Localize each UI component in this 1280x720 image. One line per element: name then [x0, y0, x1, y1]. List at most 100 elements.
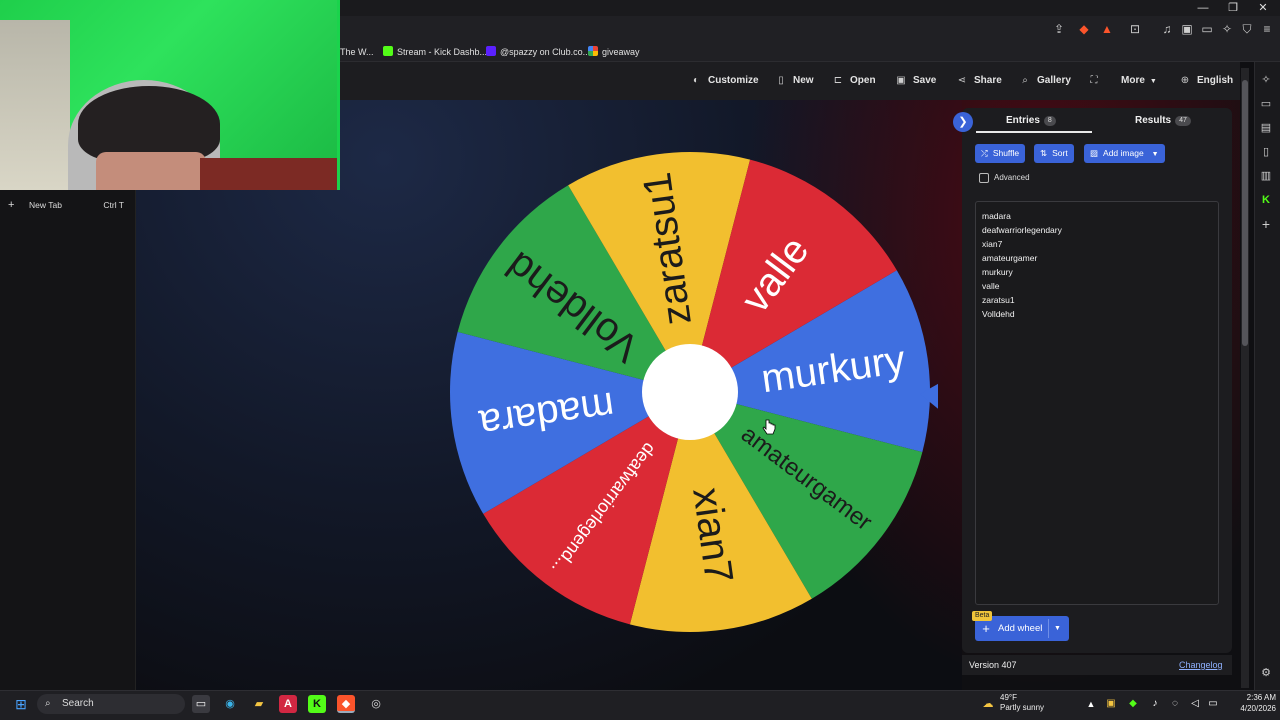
kick-icon[interactable]: K [1258, 192, 1274, 208]
wallet-icon[interactable]: ▭ [1198, 20, 1216, 38]
sort-icon: ⇅ [1040, 148, 1048, 158]
microphone-icon[interactable]: ♪ [1146, 695, 1164, 713]
folder-icon: ⊏ [833, 75, 843, 86]
clock-date: 4/20/2026 [1240, 704, 1276, 713]
bookmark-item[interactable]: The W... [340, 45, 374, 59]
leo-ai-icon[interactable]: ✧ [1258, 72, 1274, 88]
beta-badge: Beta [972, 611, 993, 621]
tab-entries[interactable]: Entries 8 [1006, 114, 1056, 128]
entry-line: valle [982, 281, 1000, 291]
fullscreen-button[interactable]: ⛶ [1088, 74, 1106, 88]
customize-button[interactable]: ◐ Customize [690, 74, 759, 88]
google-icon [588, 46, 598, 56]
entries-textarea[interactable]: madara deafwarriorlegendary xian7 amateu… [975, 201, 1219, 605]
wheel-hub[interactable] [642, 344, 738, 440]
tab-results[interactable]: Results 47 [1135, 114, 1191, 128]
palette-icon: ◐ [692, 75, 700, 86]
weather-icon[interactable]: ☁ [979, 695, 997, 713]
save-icon: ▣ [896, 75, 906, 86]
tray-app-icon[interactable]: ◆ [1124, 695, 1142, 713]
shuffle-label: Shuffle [992, 148, 1020, 158]
add-image-button[interactable]: ▨ Add image ▼ [1084, 144, 1165, 163]
minimize-button[interactable]: — [1188, 0, 1218, 16]
wallet-icon[interactable]: ▤ [1258, 120, 1274, 136]
sort-button[interactable]: ⇅ Sort [1034, 144, 1074, 163]
chevron-up-icon[interactable]: ▲ [1082, 695, 1100, 713]
menu-icon[interactable]: ≡ [1258, 20, 1276, 38]
gear-icon[interactable]: ⚙ [1258, 665, 1274, 681]
advanced-checkbox[interactable] [979, 173, 989, 183]
file-explorer-icon[interactable]: ▰ [250, 695, 268, 713]
vpn-icon[interactable]: ⛉ [1238, 20, 1256, 38]
scrollbar-thumb[interactable] [1242, 80, 1248, 346]
share-page-icon[interactable]: ⇪ [1050, 20, 1068, 38]
entry-line: zaratsu1 [982, 295, 1015, 305]
taskbar-search-label: Search [62, 698, 94, 709]
brave-rewards-icon[interactable]: ▲ [1098, 20, 1116, 38]
changelog-link[interactable]: Changelog [1179, 659, 1223, 671]
tray-app-icon[interactable]: ▣ [1102, 695, 1120, 713]
screen: — ❐ ✕ ⇪ ◆ ▲ ⊡ ♫ ▣ ▭ ✧ ⛉ ≡ The W... Strea… [0, 0, 1280, 720]
media-icon[interactable]: ♫ [1158, 20, 1176, 38]
close-window-button[interactable]: ✕ [1248, 0, 1278, 16]
kick-icon[interactable]: K [308, 695, 326, 713]
brave-shields-icon[interactable]: ◆ [1075, 20, 1093, 38]
windows-start-icon[interactable]: ⊞ [12, 695, 30, 713]
collapse-panel-button[interactable]: ❯ [953, 112, 973, 132]
brave-browser-icon[interactable]: ◆ [337, 695, 355, 713]
chevron-down-icon[interactable]: ▼ [1054, 616, 1061, 641]
clock-time: 2:36 AM [1246, 693, 1276, 702]
leo-ai-icon[interactable]: ✧ [1218, 20, 1236, 38]
gallery-button[interactable]: ⌕ Gallery [1019, 74, 1071, 88]
video-icon[interactable]: ▭ [1258, 96, 1274, 112]
obs-icon[interactable]: ◎ [367, 695, 385, 713]
sidebar-toggle-icon[interactable]: ▣ [1178, 20, 1196, 38]
face [96, 152, 206, 190]
kick-icon [383, 46, 393, 56]
entries-count-badge: 8 [1043, 116, 1056, 126]
screenshot-icon[interactable]: ⊡ [1126, 20, 1144, 38]
file-icon: ▯ [778, 75, 784, 86]
new-button[interactable]: ▯ New [775, 74, 814, 88]
bookmark-item[interactable]: giveaway [588, 45, 640, 59]
save-label: Save [913, 75, 937, 86]
task-view-icon[interactable]: ▭ [192, 695, 210, 713]
plus-icon: + [8, 199, 15, 211]
network-icon[interactable]: ◌ [1166, 695, 1184, 713]
shuffle-button[interactable]: ⤮ Shuffle [975, 144, 1026, 163]
open-button[interactable]: ⊏ Open [832, 74, 876, 88]
save-button[interactable]: ▣ Save [895, 74, 936, 88]
spin-wheel[interactable]: murkuryamateurgamerxian7deafwarriorlegen… [448, 150, 938, 640]
new-tab-label: New Tab [29, 200, 62, 210]
weather-temp: 49°F [1000, 693, 1017, 702]
club-icon [486, 46, 496, 56]
reading-list-icon[interactable]: ▥ [1258, 168, 1274, 184]
new-label: New [793, 75, 814, 86]
more-label: More [1121, 75, 1145, 86]
share-button[interactable]: ⋖ Share [956, 74, 1002, 88]
more-button[interactable]: More ▼ [1121, 74, 1157, 88]
app-a-icon[interactable]: A [279, 695, 297, 713]
taskbar-search[interactable]: ⌕ Search [37, 694, 185, 714]
entry-line: madara [982, 211, 1011, 221]
active-tab-indicator [976, 131, 1092, 133]
add-panel-icon[interactable]: + [1258, 216, 1274, 232]
new-tab-button[interactable]: + New Tab Ctrl T [6, 198, 130, 212]
add-image-label: Add image [1103, 148, 1144, 158]
bookmark-icon[interactable]: ▯ [1258, 144, 1274, 160]
search-icon: ⌕ [1022, 75, 1028, 86]
chevron-down-icon: ▼ [1149, 78, 1157, 85]
maximize-button[interactable]: ❐ [1218, 0, 1248, 16]
volume-icon[interactable]: ◁ [1186, 695, 1204, 713]
taskbar-clock[interactable]: 2:36 AM 4/20/2026 [1220, 692, 1276, 714]
weather-desc: Partly sunny [1000, 703, 1045, 712]
bookmark-item[interactable]: Stream - Kick Dashb... [383, 45, 487, 59]
weather-widget[interactable]: 49°F Partly sunny [1000, 693, 1044, 713]
entry-line: Volldehd [982, 309, 1015, 319]
image-icon: ▨ [1090, 148, 1099, 158]
search-icon: ⌕ [45, 698, 51, 709]
advanced-label: Advanced [994, 173, 1030, 182]
edge-icon[interactable]: ◉ [221, 695, 239, 713]
language-button[interactable]: ⊕ English [1179, 74, 1233, 88]
bookmark-item[interactable]: @spazzy on Club.co... [486, 45, 590, 59]
